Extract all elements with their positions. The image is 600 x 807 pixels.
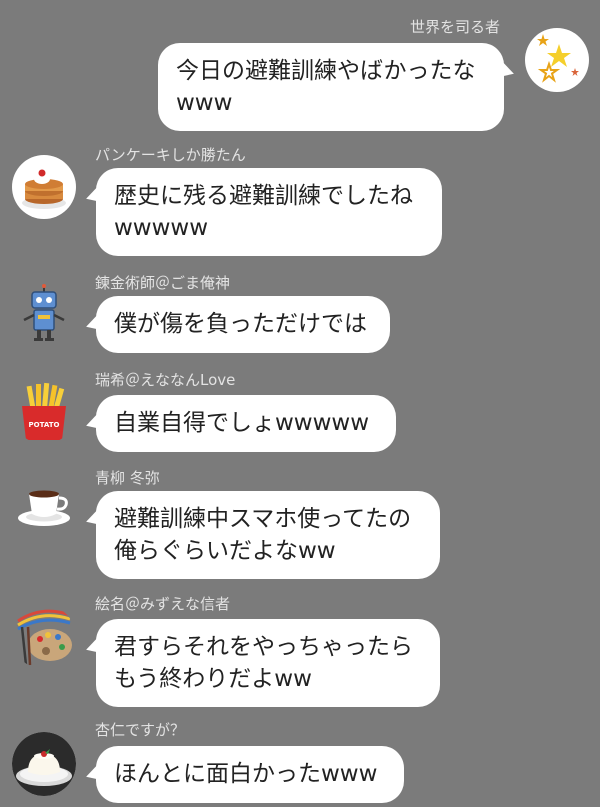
message-text: 君すらそれをやっちゃったら <box>114 634 413 660</box>
sender-name: 錬金術師＠ごま俺神 <box>95 274 231 292</box>
message-text: 僕が傷を負っただけでは <box>114 311 367 337</box>
sender-name: パンケーキしか勝たん <box>95 146 246 164</box>
message-text: 歴史に残る避難訓練でしたね <box>114 183 413 209</box>
sender-name: 瑞希＠えななんLove <box>95 371 236 389</box>
stars-avatar-icon[interactable] <box>525 28 589 92</box>
message-text: 今日の避難訓練やばかったな <box>176 58 476 84</box>
pancake-avatar-icon[interactable] <box>12 155 76 219</box>
message-text: もう終わりだよww <box>114 666 312 692</box>
coffee-avatar-icon[interactable] <box>12 478 76 542</box>
sender-name: 絵名＠みずえな信者 <box>95 595 231 613</box>
sender-name: 世界を司る者 <box>409 18 500 36</box>
chat-message: 瑞希＠えななんLove POTATO 自業自得でしょwwwww <box>0 360 600 460</box>
message-text: ほんとに面白かったwww <box>114 761 378 787</box>
chat-log: 世界を司る者 今日の避難訓練やばかったな www パンケーキしか勝たん 歴史に残… <box>0 0 600 807</box>
message-bubble[interactable]: 歴史に残る避難訓練でしたね wwwww <box>96 168 442 256</box>
fries-box-label: POTATO <box>29 421 60 429</box>
message-bubble[interactable]: 今日の避難訓練やばかったな www <box>158 43 504 131</box>
sender-name: 青柳 冬弥 <box>95 469 160 487</box>
sender-name: 杏仁ですが？ <box>95 721 186 739</box>
message-text: 避難訓練中スマホ使ってたの <box>114 506 412 532</box>
pudding-avatar-icon[interactable] <box>12 732 76 796</box>
fries-avatar-icon[interactable]: POTATO <box>12 380 76 444</box>
message-bubble[interactable]: 自業自得でしょwwwww <box>96 395 396 452</box>
palette-avatar-icon[interactable] <box>12 605 76 669</box>
chat-message: 青柳 冬弥 避難訓練中スマホ使ってたの 俺らぐらいだよなww <box>0 458 600 583</box>
chat-message: 錬金術師＠ごま俺神 僕が傷を負っただけでは <box>0 262 600 362</box>
message-bubble[interactable]: 君すらそれをやっちゃったら もう終わりだよww <box>96 619 440 707</box>
chat-message: 絵名＠みずえな信者 君すらそれをやっちゃったら もう終わりだよww <box>0 585 600 710</box>
chat-message: パンケーキしか勝たん 歴史に残る避難訓練でしたね wwwww <box>0 135 600 260</box>
chat-message: 世界を司る者 今日の避難訓練やばかったな www <box>0 0 600 135</box>
message-bubble[interactable]: 避難訓練中スマホ使ってたの 俺らぐらいだよなww <box>96 491 440 579</box>
message-text: wwwww <box>114 215 209 241</box>
robot-avatar-icon[interactable] <box>12 282 76 346</box>
message-text: 俺らぐらいだよなww <box>114 538 336 564</box>
message-text: www <box>176 90 233 116</box>
message-text: 自業自得でしょwwwww <box>114 410 370 436</box>
message-bubble[interactable]: ほんとに面白かったwww <box>96 746 404 803</box>
message-bubble[interactable]: 僕が傷を負っただけでは <box>96 296 390 353</box>
chat-message: 杏仁ですが？ ほんとに面白かったwww <box>0 712 600 807</box>
